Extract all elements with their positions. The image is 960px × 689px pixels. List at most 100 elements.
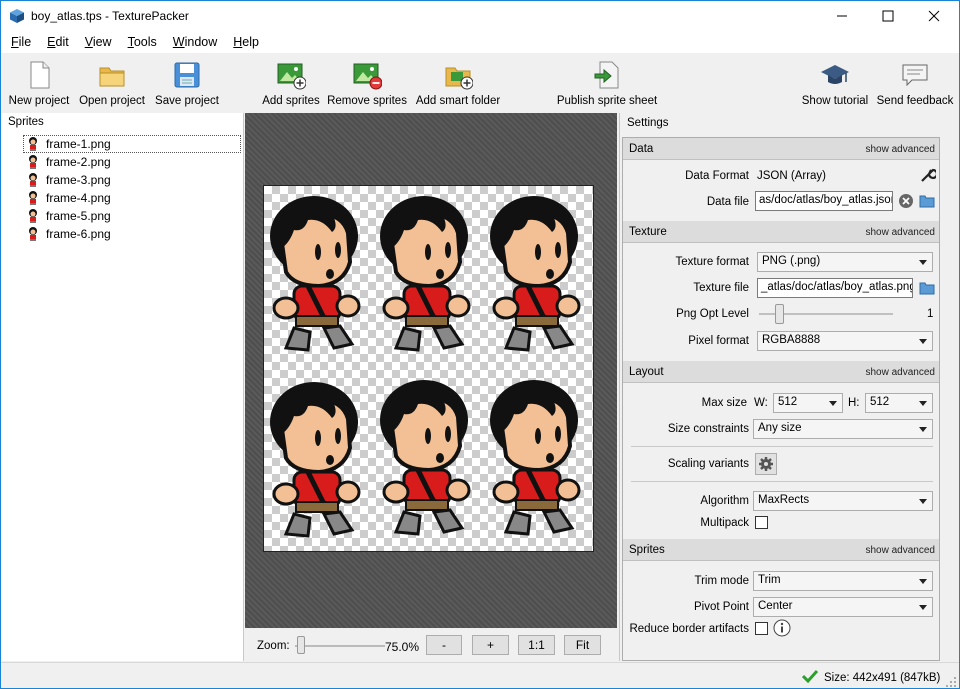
layout-show-advanced-link[interactable]: show advanced [866, 367, 936, 378]
zoom-actual-size-button[interactable]: 1:1 [518, 635, 555, 655]
menu-view[interactable]: View [77, 35, 120, 49]
menu-bar: File Edit View Tools Window Help [1, 31, 959, 53]
sprite-frame [380, 196, 469, 350]
menu-help[interactable]: Help [225, 35, 267, 49]
sprite-frame [270, 196, 359, 350]
resize-grip-icon[interactable] [945, 676, 957, 688]
check-icon [802, 669, 818, 683]
sprite-frames [264, 186, 595, 553]
status-bar: Size: 442x491 (847kB) [1, 662, 959, 688]
minimize-button[interactable] [819, 1, 865, 30]
sprite-thumbnail-icon [29, 173, 37, 187]
zoom-out-button[interactable]: - [426, 635, 462, 655]
divider [631, 446, 933, 447]
info-icon [773, 619, 791, 637]
chevron-down-icon [829, 401, 837, 406]
chevron-down-icon [919, 401, 927, 406]
size-constraints-select[interactable]: Any size [753, 419, 933, 439]
reduce-border-info-button[interactable] [773, 619, 791, 637]
sprite-list-item[interactable]: frame-1.png [23, 135, 241, 153]
image-add-icon [277, 63, 306, 90]
chevron-down-icon [919, 339, 927, 344]
zoom-fit-button[interactable]: Fit [564, 635, 601, 655]
chevron-down-icon [919, 579, 927, 584]
menu-window[interactable]: Window [165, 35, 225, 49]
sprites-show-advanced-link[interactable]: show advanced [866, 545, 936, 556]
wrench-icon [921, 168, 936, 182]
image-remove-icon [353, 63, 382, 90]
sprite-sheet-preview[interactable] [245, 113, 617, 628]
new-project-button[interactable]: New project [7, 55, 71, 109]
close-button[interactable] [911, 1, 957, 30]
texture-file-input[interactable]: _atlas/doc/atlas/boy_atlas.png [757, 278, 913, 298]
send-feedback-button[interactable]: Send feedback [877, 55, 953, 109]
pixel-format-select[interactable]: RGBA8888 [757, 331, 933, 351]
menu-tools[interactable]: Tools [120, 35, 165, 49]
data-file-browse-button[interactable] [918, 192, 936, 210]
show-tutorial-button[interactable]: Show tutorial [801, 55, 869, 109]
sprite-frame [490, 380, 579, 534]
open-project-button[interactable]: Open project [79, 55, 145, 109]
zoom-slider-handle[interactable] [297, 636, 305, 654]
zoom-in-button[interactable]: + [472, 635, 509, 655]
reduce-border-artifacts-checkbox[interactable] [755, 622, 768, 635]
multipack-checkbox[interactable] [755, 516, 768, 529]
app-window: boy_atlas.tps - TexturePacker File Edit … [0, 0, 960, 689]
clear-icon [899, 194, 913, 208]
menu-edit[interactable]: Edit [39, 35, 77, 49]
title-bar: boy_atlas.tps - TexturePacker [1, 1, 959, 31]
menu-file[interactable]: File [3, 35, 39, 49]
data-file-input[interactable]: as/doc/atlas/boy_atlas.json [755, 191, 893, 211]
sprite-list-item[interactable]: frame-4.png [23, 189, 241, 207]
data-show-advanced-link[interactable]: show advanced [866, 144, 936, 155]
png-opt-slider-handle[interactable] [775, 304, 784, 324]
sprites-panel-caption: Sprites [8, 116, 44, 128]
sprite-sheet-image [263, 185, 594, 552]
sprites-panel: Sprites frame-1.png frame-2.png frame-3.… [1, 113, 244, 661]
add-smart-folder-button[interactable]: Add smart folder [415, 55, 501, 109]
chevron-down-icon [919, 499, 927, 504]
add-sprites-button[interactable]: Add sprites [261, 55, 321, 109]
scaling-variants-button[interactable] [755, 453, 777, 475]
maximize-button[interactable] [865, 1, 911, 30]
smart-folder-add-icon [445, 67, 473, 90]
sprite-thumbnail-icon [29, 227, 37, 241]
max-size-height-select[interactable]: 512 [865, 393, 933, 413]
sprite-list-item[interactable]: frame-3.png [23, 171, 241, 189]
algorithm-select[interactable]: MaxRects [753, 491, 933, 511]
data-section-header: Data show advanced [623, 138, 939, 160]
window-title: boy_atlas.tps - TexturePacker [31, 9, 189, 23]
speech-bubble-icon [902, 64, 928, 87]
sprite-frame [270, 382, 359, 536]
data-format-wrench-button[interactable] [919, 166, 937, 184]
sprite-list-item[interactable]: frame-2.png [23, 153, 241, 171]
zoom-bar: Zoom: 75.0% - + 1:1 Fit [245, 629, 617, 661]
zoom-value: 75.0% [385, 640, 420, 654]
texture-format-select[interactable]: PNG (.png) [757, 252, 933, 272]
minimize-icon [837, 15, 847, 16]
texture-show-advanced-link[interactable]: show advanced [866, 227, 936, 238]
sprites-section-header: Sprites show advanced [623, 539, 939, 561]
gear-icon [759, 457, 773, 471]
data-file-clear-button[interactable] [897, 192, 915, 210]
new-document-icon [30, 61, 50, 89]
atlas-size-status: Size: 442x491 (847kB) [824, 672, 941, 684]
texture-file-browse-button[interactable] [918, 279, 936, 297]
sprite-list-item[interactable]: frame-5.png [23, 207, 241, 225]
trim-mode-select[interactable]: Trim [753, 571, 933, 591]
settings-caption: Settings [627, 117, 669, 129]
max-size-width-select[interactable]: 512 [773, 393, 843, 413]
sprite-list-item[interactable]: frame-6.png [23, 225, 241, 243]
sprite-thumbnail-icon [29, 155, 37, 169]
sprite-thumbnail-icon [29, 137, 37, 151]
graduation-cap-icon [821, 65, 849, 84]
zoom-slider-track[interactable] [295, 645, 385, 647]
publish-sprite-sheet-button[interactable]: Publish sprite sheet [557, 55, 657, 109]
remove-sprites-button[interactable]: Remove sprites [327, 55, 407, 109]
pivot-point-select[interactable]: Center [753, 597, 933, 617]
settings-scrollbar[interactable] [942, 137, 959, 661]
data-format-value[interactable]: JSON (Array) [757, 170, 826, 182]
toolbar: New project Open project Save project Ad… [1, 53, 959, 111]
chevron-down-icon [919, 605, 927, 610]
save-project-button[interactable]: Save project [154, 55, 220, 109]
